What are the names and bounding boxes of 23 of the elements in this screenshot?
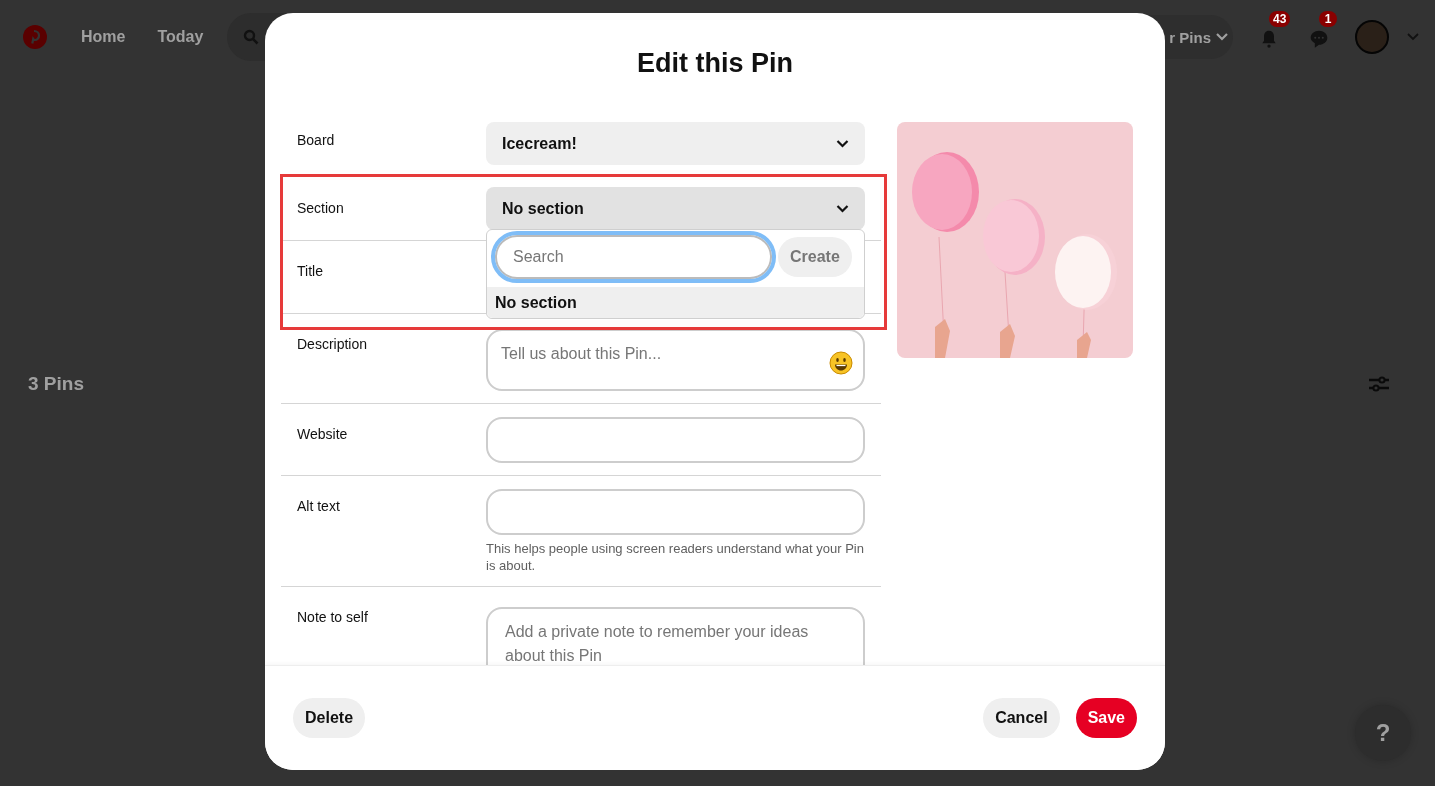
field-label: Description bbox=[296, 335, 369, 354]
save-button[interactable]: Save bbox=[1075, 698, 1137, 738]
dialog-title: Edit this Pin bbox=[636, 46, 794, 80]
message-badge: 1 bbox=[1319, 11, 1337, 27]
helper-text: This helps people using screen readers understand what your Pin is about. bbox=[486, 540, 865, 574]
field-label: Section bbox=[296, 199, 345, 218]
select-field[interactable]: Icecream! bbox=[486, 122, 865, 165]
select-field[interactable]: No section bbox=[486, 187, 865, 230]
cancel-button[interactable]: Cancel bbox=[983, 698, 1060, 738]
field-label: Board bbox=[296, 131, 336, 150]
pin-count: 3 Pins bbox=[28, 373, 84, 395]
field-label: Title bbox=[296, 263, 324, 281]
dropdown-option[interactable]: No section bbox=[487, 287, 864, 318]
field-label: Alt text bbox=[296, 497, 341, 516]
field-label: Note to self bbox=[296, 608, 369, 627]
notification-badge: 43 bbox=[1269, 11, 1291, 27]
nav-link[interactable]: Today bbox=[141, 28, 220, 46]
delete-button[interactable]: Delete bbox=[293, 698, 366, 738]
field-label: Website bbox=[296, 425, 349, 444]
nav-link[interactable]: Home bbox=[65, 28, 142, 46]
help-button[interactable]: ? bbox=[1355, 705, 1411, 761]
text-area[interactable]: Tell us about this Pin... bbox=[486, 329, 865, 391]
create-button[interactable]: Create bbox=[778, 237, 852, 277]
